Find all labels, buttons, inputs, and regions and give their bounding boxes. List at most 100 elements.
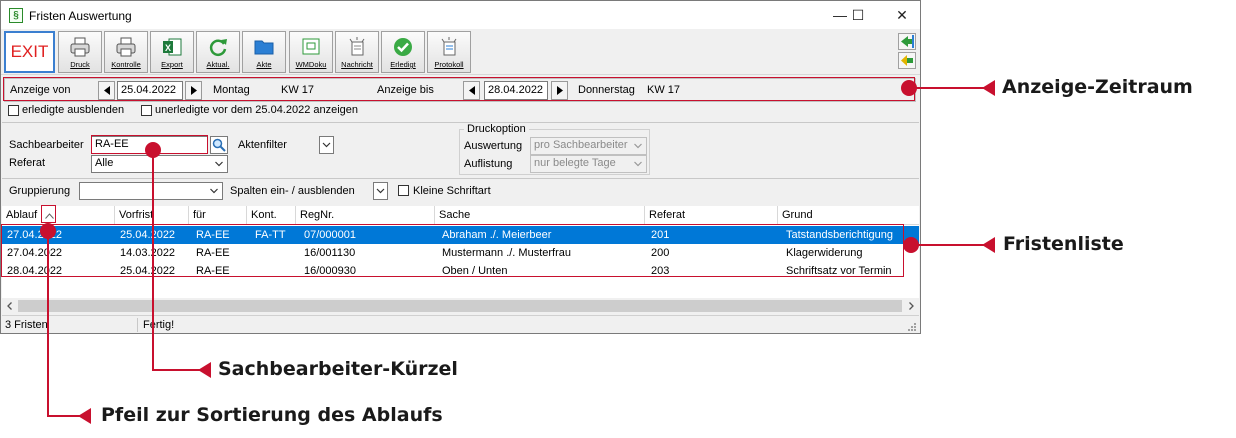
auswertung-select[interactable]: pro Sachbearbeiter [530, 137, 647, 155]
kleine-schrift-checkbox[interactable] [398, 185, 409, 196]
toolbar: EXIT Druck Kontrolle X Export Aktual. Ak… [1, 29, 920, 75]
scroll-right-icon[interactable] [906, 301, 916, 311]
fristenliste-highlight [1, 224, 904, 277]
kuerzel-connector-h [152, 369, 202, 371]
fristenliste-connector [911, 244, 985, 246]
scrollbar-thumb[interactable] [18, 300, 902, 312]
resize-grip-icon[interactable] [908, 323, 917, 332]
col-header-fuer[interactable]: für [189, 206, 247, 225]
erledigt-label: Erledigt [390, 60, 416, 69]
search-button[interactable] [210, 136, 228, 154]
zeitraum-connector [909, 87, 985, 89]
akte-button[interactable]: Akte [242, 31, 286, 73]
kontrolle-label: Kontrolle [111, 60, 141, 69]
wmdoku-label: WMDoku [295, 60, 327, 69]
hide-done-checkbox[interactable] [8, 105, 19, 116]
scroll-left-icon[interactable] [5, 301, 15, 311]
col-header-grund[interactable]: Grund [778, 206, 919, 225]
col-header-ablauf-label: Ablauf [6, 209, 38, 221]
status-bar: 3 Fristen Fertig! [2, 315, 919, 333]
arrow-back-icon[interactable] [898, 52, 916, 69]
sortierung-pointer [78, 408, 91, 424]
app-paragraph-icon: § [9, 8, 23, 23]
spalten-dropdown[interactable] [373, 182, 388, 200]
hide-done-label: erledigte ausblenden [22, 104, 125, 116]
window-title: Fristen Auswertung [29, 9, 132, 23]
nachricht-button[interactable]: Nachricht [335, 31, 379, 73]
protokoll-button[interactable]: Protokoll [427, 31, 471, 73]
excel-icon: X [163, 38, 182, 56]
spalten-label: Spalten ein- / ausblenden [230, 185, 355, 197]
chevron-down-icon [322, 142, 331, 148]
svg-text:X: X [165, 43, 171, 53]
printer-icon [70, 37, 90, 57]
akte-label: Akte [256, 60, 272, 69]
annotation-kuerzel: Sachbearbeiter-Kürzel [218, 358, 458, 380]
zeitraum-highlight [3, 77, 915, 101]
referat-label: Referat [9, 157, 46, 169]
chevron-down-icon [376, 188, 385, 194]
document-icon [302, 38, 320, 55]
protokoll-label: Protokoll [434, 60, 464, 69]
arrow-left-icon[interactable] [898, 33, 916, 50]
divider [2, 178, 919, 179]
sort-arrow-highlight [41, 205, 56, 223]
wmdoku-button[interactable]: WMDoku [289, 31, 333, 73]
aktualisieren-label: Aktual. [206, 60, 230, 69]
app-window: § Fristen Auswertung — ☐ ✕ EXIT Druck Ko… [0, 0, 921, 334]
auflistung-label: Auflistung [464, 158, 513, 170]
printer-icon [116, 37, 136, 57]
auswertung-label: Auswertung [464, 140, 523, 152]
divider [2, 122, 919, 123]
status-count: 3 Fristen [5, 319, 48, 331]
maximize-button[interactable]: ☐ [840, 1, 876, 29]
export-label: Export [161, 60, 183, 69]
sortierung-connector-v [47, 231, 49, 417]
aktualisieren-button[interactable]: Aktual. [196, 31, 240, 73]
chevron-down-icon [215, 161, 223, 167]
col-header-referat[interactable]: Referat [645, 206, 778, 225]
erledigt-button[interactable]: Erledigt [381, 31, 425, 73]
show-open-label: unerledigte vor dem 25.04.2022 anzeigen [155, 104, 359, 116]
col-header-regnr[interactable]: RegNr. [296, 206, 435, 225]
annotation-sortierung: Pfeil zur Sortierung des Ablaufs [101, 404, 443, 426]
zeitraum-pointer [982, 80, 995, 96]
col-header-sache[interactable]: Sache [435, 206, 645, 225]
check-icon [394, 38, 412, 56]
status-divider [137, 318, 138, 332]
status-state: Fertig! [143, 319, 175, 331]
referat-select[interactable]: Alle [91, 155, 228, 173]
exit-button[interactable]: EXIT [4, 31, 55, 73]
druck-label: Druck [70, 60, 90, 69]
message-icon [349, 37, 365, 56]
refresh-icon [209, 39, 227, 56]
aktenfilter-dropdown[interactable] [319, 136, 334, 154]
export-button[interactable]: X Export [150, 31, 194, 73]
auswertung-value: pro Sachbearbeiter [534, 139, 628, 151]
kuerzel-pointer [198, 362, 211, 378]
close-button[interactable]: ✕ [884, 1, 920, 29]
search-icon [212, 138, 226, 152]
chevron-down-icon [634, 143, 642, 149]
title-bar: § Fristen Auswertung — ☐ ✕ [1, 1, 920, 29]
col-header-kont[interactable]: Kont. [247, 206, 296, 225]
referat-value: Alle [95, 157, 114, 169]
kleine-schrift-label: Kleine Schriftart [413, 185, 491, 197]
horizontal-scrollbar[interactable] [2, 298, 919, 315]
chevron-down-icon [634, 161, 642, 167]
nachricht-label: Nachricht [341, 60, 373, 69]
gruppierung-label: Gruppierung [9, 185, 71, 197]
chevron-down-icon [210, 188, 218, 194]
show-open-checkbox[interactable] [141, 105, 152, 116]
folder-icon [254, 40, 274, 55]
auflistung-select[interactable]: nur belegte Tage [530, 155, 647, 173]
protocol-icon [441, 37, 457, 56]
druck-button[interactable]: Druck [58, 31, 102, 73]
sachbearbeiter-label: Sachbearbeiter [9, 139, 84, 151]
kuerzel-connector-v [152, 150, 154, 371]
auflistung-value: nur belegte Tage [534, 157, 616, 169]
col-header-ablauf[interactable]: Ablauf [2, 206, 115, 225]
kontrolle-button[interactable]: Kontrolle [104, 31, 148, 73]
gruppierung-select[interactable] [79, 182, 223, 200]
druckoption-title: Druckoption [464, 123, 529, 135]
